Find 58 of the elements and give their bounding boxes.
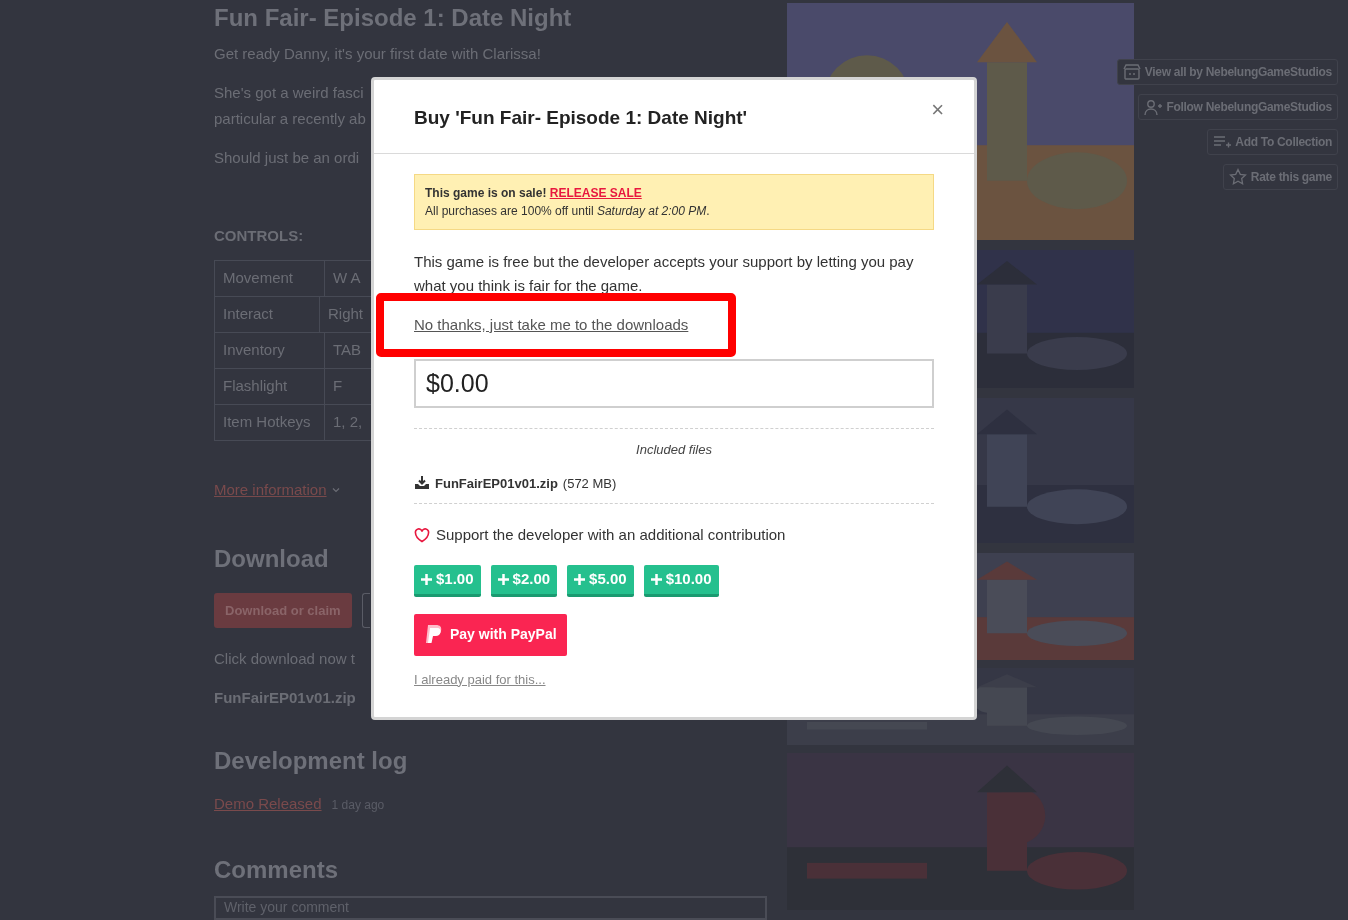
plus-icon — [497, 573, 509, 585]
file-name: FunFairEP01v01.zip — [435, 474, 558, 493]
side-button[interactable]: View all by NebelungGameStudios — [1116, 59, 1338, 85]
star-icon — [1228, 168, 1247, 186]
section-heading: Comments — [214, 854, 340, 885]
file-size: (572 MB) — [562, 474, 617, 493]
table-cell-text: 1, 2, — [332, 411, 364, 432]
support-text: Support the developer with an additional contribution — [436, 525, 786, 545]
tip-button[interactable]: $1.00 — [414, 564, 481, 597]
download-note: Click download now t — [214, 649, 355, 669]
file-name: FunFairEP01v01.zip — [214, 687, 356, 708]
tip-button[interactable]: $2.00 — [490, 564, 558, 597]
table-cell-text: F — [332, 375, 344, 396]
game-title: Fun Fair- Episode 1: Date Night — [214, 3, 573, 33]
user-plus-icon — [1144, 98, 1163, 116]
section-heading: CONTROLS: — [214, 226, 305, 246]
sale-detail: All purchases are 100% off until Saturday at 2:00 PM. — [425, 203, 711, 220]
already-paid-link[interactable]: I already paid for this... — [414, 669, 546, 689]
side-button[interactable]: Rate this game — [1222, 164, 1338, 190]
side-button[interactable]: Add To Collection — [1207, 129, 1338, 155]
plus-icon — [574, 573, 586, 585]
section-heading: Development log — [214, 746, 409, 776]
tip-button[interactable]: $5.00 — [567, 564, 634, 597]
modal-title: Buy 'Fun Fair- Episode 1: Date Night' — [414, 106, 748, 131]
download-icon — [414, 476, 430, 491]
table-cell: Flashlight — [215, 368, 325, 404]
button-edge — [361, 593, 370, 628]
plus-icon — [650, 573, 662, 585]
files-heading: Included files — [636, 441, 712, 459]
table-cell: Item Hotkeys — [215, 404, 325, 440]
heart-icon — [414, 527, 430, 543]
table-cell: Movement — [215, 260, 325, 296]
table-cell: Interact — [215, 296, 320, 332]
devlog-link[interactable]: Demo Released — [214, 793, 322, 816]
store-icon — [1122, 63, 1141, 81]
description-text: Should just be an ordi — [214, 147, 360, 168]
description-text: particular a recently ab — [214, 109, 366, 129]
paypal-button[interactable]: Pay with PayPal — [414, 613, 567, 656]
section-heading: Download — [214, 544, 330, 574]
description-text: She's got a weird fasci — [214, 82, 364, 103]
table-cell-text: W A — [332, 267, 362, 288]
side-button[interactable]: Follow NebelungGameStudios — [1138, 94, 1338, 120]
tip-button[interactable]: $10.00 — [643, 564, 719, 597]
chevron-down-icon — [331, 485, 340, 494]
more-info-link[interactable]: More information — [214, 478, 327, 501]
skip-link[interactable]: No thanks, just take me to the downloads — [414, 314, 689, 337]
close-button[interactable]: × — [931, 98, 944, 121]
description-text: Get ready Danny, it's your first date with Clarissa! — [214, 44, 541, 64]
logo-icon — [424, 623, 444, 646]
playlist-add-icon — [1213, 133, 1232, 151]
table-cell: Inventory — [215, 332, 325, 368]
description-text: This game is free but the developer accepts your support by letting you pay what you think is fair for the game. — [414, 252, 915, 296]
sale-link[interactable]: RELEASE SALE — [549, 186, 642, 200]
sale-text: This game is on sale! RELEASE SALE — [425, 185, 643, 202]
price-field[interactable]: $0.00 — [414, 359, 934, 408]
plus-icon — [421, 573, 432, 585]
table-cell-text: Right — [326, 303, 364, 324]
table-cell-text: TAB — [332, 339, 363, 360]
